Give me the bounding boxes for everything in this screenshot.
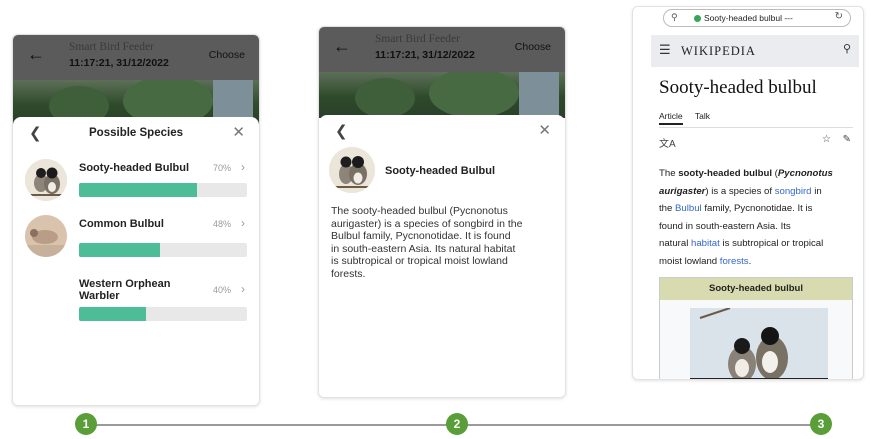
wikipedia-logo[interactable]: WIKIPEDIA xyxy=(681,44,756,59)
step-marker-3: 3 xyxy=(810,413,832,435)
url-bar[interactable]: ⚲ Sooty-headed bulbul --- ↻ xyxy=(663,9,851,27)
capture-timestamp: 11:17:21, 31/12/2022 xyxy=(69,57,169,69)
detail-sheet: ❮ ✕ Sooty-headed Bulbul The sooty-headed… xyxy=(319,115,565,397)
step-marker-2: 2 xyxy=(446,413,468,435)
species-percent: 70% xyxy=(212,163,231,173)
star-icon[interactable]: ☆ xyxy=(822,134,831,145)
species-item-common-bulbul[interactable]: Common Bulbul 48% › xyxy=(25,215,247,267)
confidence-bar xyxy=(79,183,247,197)
screen-species-detail: ← Smart Bird Feeder 11:17:21, 31/12/2022… xyxy=(318,26,566,398)
screen-wikipedia: ⚲ Sooty-headed bulbul --- ↻ ☰ WIKIPEDIA … xyxy=(632,6,864,380)
species-name: Sooty-headed Bulbul xyxy=(79,162,189,174)
confidence-bar xyxy=(79,243,247,257)
infobox-title: Sooty-headed bulbul xyxy=(660,278,852,300)
choose-button[interactable]: Choose xyxy=(515,41,551,53)
sheet-title: Possible Species xyxy=(89,127,183,139)
step-marker-1: 1 xyxy=(75,413,97,435)
confidence-fill xyxy=(79,307,147,321)
back-arrow-icon[interactable]: ← xyxy=(333,36,351,57)
close-icon[interactable]: ✕ xyxy=(232,123,245,141)
species-percent: 40% xyxy=(212,285,231,295)
article-toolbar: 文A ☆ ✎ xyxy=(659,134,853,150)
link-habitat[interactable]: habitat xyxy=(691,238,720,249)
app-title: Smart Bird Feeder xyxy=(375,33,460,45)
chevron-right-icon: › xyxy=(241,160,245,174)
confidence-fill xyxy=(79,243,160,257)
wikipedia-header: ☰ WIKIPEDIA ⚲ xyxy=(651,35,859,67)
chevron-right-icon: › xyxy=(241,216,245,230)
language-icon[interactable]: 文A xyxy=(659,135,676,150)
species-item-western-orphean-warbler[interactable]: Western Orphean Warbler 40% › xyxy=(25,275,247,327)
species-name: Western Orphean Warbler xyxy=(79,278,171,302)
close-icon[interactable]: ✕ xyxy=(538,121,551,139)
tab-talk[interactable]: Talk xyxy=(695,111,710,121)
species-percent: 48% xyxy=(212,219,231,229)
secure-dot-icon xyxy=(694,15,701,22)
confidence-fill xyxy=(79,183,197,197)
species-description: The sooty-headed bulbul (Pycnonotus auri… xyxy=(331,205,523,280)
species-name: Sooty-headed Bulbul xyxy=(385,165,495,177)
article-tabs: Article Talk xyxy=(659,111,720,125)
screen-possible-species: ← Smart Bird Feeder 11:17:21, 31/12/2022… xyxy=(12,34,260,406)
infobox-photo[interactable] xyxy=(690,308,828,379)
pencil-edit-icon[interactable]: ✎ xyxy=(843,134,851,145)
reload-icon[interactable]: ↻ xyxy=(835,11,843,22)
search-icon: ⚲ xyxy=(671,12,678,22)
url-text: Sooty-headed bulbul --- xyxy=(704,13,793,23)
app-title: Smart Bird Feeder xyxy=(69,41,154,53)
bird-thumbnail xyxy=(25,215,67,257)
species-name: Common Bulbul xyxy=(79,218,164,230)
infobox: Sooty-headed bulbul xyxy=(659,277,853,379)
bird-thumbnail xyxy=(329,147,375,193)
tab-article[interactable]: Article xyxy=(659,111,683,125)
choose-button[interactable]: Choose xyxy=(209,49,245,61)
back-arrow-icon[interactable]: ← xyxy=(27,44,45,65)
chevron-left-icon[interactable]: ❮ xyxy=(335,122,348,140)
app-bar: ← Smart Bird Feeder 11:17:21, 31/12/2022… xyxy=(13,35,259,80)
feeder-photo xyxy=(319,72,565,118)
link-forests[interactable]: forests xyxy=(720,256,749,267)
app-bar: ← Smart Bird Feeder 11:17:21, 31/12/2022… xyxy=(319,27,565,72)
chevron-right-icon: › xyxy=(241,282,245,296)
link-bulbul[interactable]: Bulbul xyxy=(675,203,702,214)
species-item-sooty-headed-bulbul[interactable]: Sooty-headed Bulbul 70% › xyxy=(25,159,247,211)
confidence-bar xyxy=(79,307,247,321)
search-icon[interactable]: ⚲ xyxy=(843,42,851,55)
capture-timestamp: 11:17:21, 31/12/2022 xyxy=(375,49,475,61)
bird-thumbnail xyxy=(25,159,67,201)
article-body: The sooty-headed bulbul (Pycnonotus auri… xyxy=(659,168,833,267)
article-title: Sooty-headed bulbul xyxy=(659,77,817,98)
species-sheet: ❮ Possible Species ✕ Sooty-headed Bulbul… xyxy=(13,117,259,405)
hamburger-menu-icon[interactable]: ☰ xyxy=(659,42,671,58)
link-songbird[interactable]: songbird xyxy=(775,186,812,197)
